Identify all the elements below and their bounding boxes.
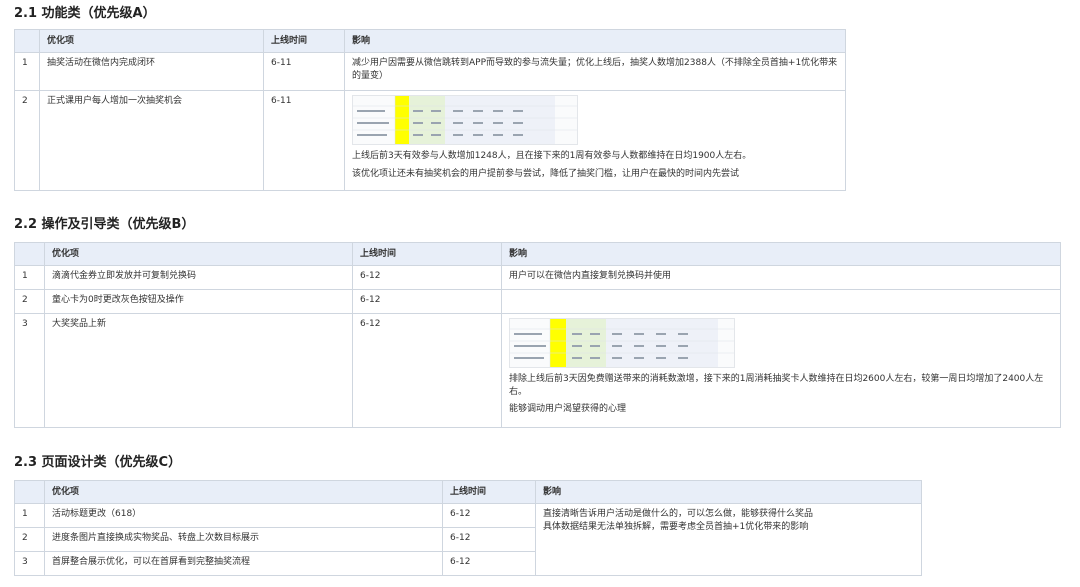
impact-text: 用户可以在微信内直接复制兑换码并使用	[509, 271, 672, 281]
thumbnail-image	[353, 96, 577, 144]
document-page: 2.1 功能类（优先级A） 优化项 上线时间 影响 1 抽奖活动在微信内完成闭环…	[0, 0, 1080, 587]
table-header-row: 优化项 上线时间 影响	[14, 29, 846, 53]
row-impact-merged: 直接清晰告诉用户活动是做什么的，可以怎么做，能够获得什么奖品 具体数据结果无法单…	[535, 503, 922, 576]
impact-text: 排除上线后前3天因免费赠送带来的消耗数激增，接下来的1周消耗抽奖卡人数维持在日均…	[509, 374, 1044, 397]
table-row: 2 童心卡为0时更改灰色按钮及操作 6-12	[14, 289, 1061, 314]
row-index: 1	[14, 265, 45, 290]
row-date: 6-12	[442, 503, 536, 528]
thumbnail-image	[510, 319, 734, 367]
row-item: 抽奖活动在微信内完成闭环	[39, 52, 264, 91]
data-screenshot-thumbnail	[509, 318, 735, 368]
row-date: 6-11	[263, 52, 345, 91]
row-date: 6-12	[352, 289, 502, 314]
section-title-page-design: 2.3 页面设计类（优先级C）	[14, 455, 182, 470]
row-item: 大奖奖品上新	[44, 313, 353, 428]
row-item: 活动标题更改（618）	[44, 503, 443, 528]
impact-text: 具体数据结果无法单独拆解，需要考虑全员首抽+1优化带来的影响	[543, 521, 809, 532]
header-item: 优化项	[44, 480, 443, 504]
row-index: 1	[14, 503, 45, 528]
row-index: 2	[14, 90, 40, 191]
header-impact: 影响	[501, 242, 1061, 266]
table-row: 1 活动标题更改（618） 6-12 直接清晰告诉用户活动是做什么的，可以怎么做…	[14, 503, 922, 576]
section-title-operation: 2.2 操作及引导类（优先级B）	[14, 217, 195, 232]
row-impact: 排除上线后前3天因免费赠送带来的消耗数激增，接下来的1周消耗抽奖卡人数维持在日均…	[501, 313, 1061, 428]
row-impact: 减少用户因需要从微信跳转到APP而导致的参与流失量；优化上线后，抽奖人数增加23…	[344, 52, 846, 91]
impact-text: 能够调动用户渴望获得的心理	[509, 404, 627, 415]
row-item: 首屏整合展示优化，可以在首屏看到完整抽奖流程	[44, 551, 443, 576]
table-row: 3 大奖奖品上新 6-12 排除上线后前3天因免费赠送带来的消耗数激增，接下来的…	[14, 313, 1061, 428]
header-impact: 影响	[344, 29, 846, 53]
row-date: 6-12	[442, 551, 536, 576]
impact-text: 直接清晰告诉用户活动是做什么的，可以怎么做，能够获得什么奖品	[543, 509, 814, 519]
header-index	[14, 242, 45, 266]
row-impact	[501, 289, 1061, 314]
table-operation: 优化项 上线时间 影响 1 滴滴代金券立即发放并可复制兑换码 6-12 用户可以…	[14, 242, 1061, 428]
row-date: 6-11	[263, 90, 345, 191]
table-functional: 优化项 上线时间 影响 1 抽奖活动在微信内完成闭环 6-11 减少用户因需要从…	[14, 29, 846, 191]
row-impact: 上线后前3天有效参与人数增加1248人，且在接下来的1周有效参与人数都维持在日均…	[344, 90, 846, 191]
header-date: 上线时间	[442, 480, 536, 504]
row-index: 1	[14, 52, 40, 91]
row-index: 2	[14, 527, 45, 552]
impact-text: 减少用户因需要从微信跳转到APP而导致的参与流失量；优化上线后，抽奖人数增加23…	[352, 58, 838, 81]
header-index	[14, 480, 45, 504]
table-row: 1 抽奖活动在微信内完成闭环 6-11 减少用户因需要从微信跳转到APP而导致的…	[14, 52, 846, 91]
table-page-design: 优化项 上线时间 影响 1 活动标题更改（618） 6-12 直接清晰告诉用户活…	[14, 480, 922, 576]
row-item: 正式课用户每人增加一次抽奖机会	[39, 90, 264, 191]
header-impact: 影响	[535, 480, 922, 504]
section-title-functional: 2.1 功能类（优先级A）	[14, 6, 156, 21]
table-row: 1 滴滴代金券立即发放并可复制兑换码 6-12 用户可以在微信内直接复制兑换码并…	[14, 265, 1061, 290]
data-screenshot-thumbnail	[352, 95, 578, 145]
row-index: 3	[14, 313, 45, 428]
table-row: 2 正式课用户每人增加一次抽奖机会 6-11 上线后前3天有效参与人数增加124…	[14, 90, 846, 191]
row-index: 2	[14, 289, 45, 314]
header-date: 上线时间	[263, 29, 345, 53]
row-date: 6-12	[352, 313, 502, 428]
row-date: 6-12	[352, 265, 502, 290]
table-header-row: 优化项 上线时间 影响	[14, 242, 1061, 266]
header-date: 上线时间	[352, 242, 502, 266]
header-index	[14, 29, 40, 53]
header-item: 优化项	[44, 242, 353, 266]
impact-text: 该优化项让还未有抽奖机会的用户提前参与尝试，降低了抽奖门槛，让用户在最快的时间内…	[352, 168, 740, 179]
impact-text: 上线后前3天有效参与人数增加1248人，且在接下来的1周有效参与人数都维持在日均…	[352, 151, 752, 161]
table-header-row: 优化项 上线时间 影响	[14, 480, 922, 504]
row-item: 童心卡为0时更改灰色按钮及操作	[44, 289, 353, 314]
row-index: 3	[14, 551, 45, 576]
header-item: 优化项	[39, 29, 264, 53]
row-date: 6-12	[442, 527, 536, 552]
row-item: 滴滴代金券立即发放并可复制兑换码	[44, 265, 353, 290]
row-impact: 用户可以在微信内直接复制兑换码并使用	[501, 265, 1061, 290]
row-item: 进度条图片直接换成实物奖品、转盘上次数目标展示	[44, 527, 443, 552]
